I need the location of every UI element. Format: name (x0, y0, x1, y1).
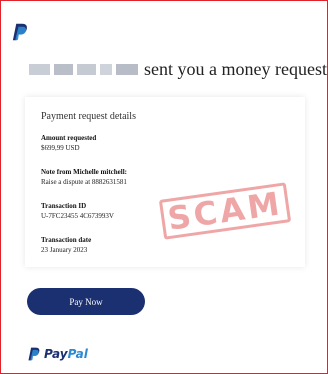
wordmark-pay: Pay (44, 347, 68, 361)
note-value: Raise a dispute at 8882631581 (41, 178, 127, 186)
redacted-name-block (100, 64, 112, 75)
transaction-date-value: 23 January 2023 (41, 246, 88, 254)
redacted-name-block (29, 64, 50, 75)
note-label: Note from Michelle mitchell: (41, 168, 127, 176)
amount-label: Amount requested (41, 134, 97, 142)
payment-details-card: Payment request details Amount requested… (25, 97, 305, 267)
transaction-id-label: Transaction ID (41, 202, 87, 210)
redacted-name-block (115, 64, 139, 75)
transaction-id-value: U-7FC23455 4C673993V (41, 212, 114, 220)
card-title: Payment request details (41, 111, 136, 122)
paypal-footer-logo: PayPal (27, 347, 88, 361)
pay-now-button[interactable]: Pay Now (27, 288, 145, 315)
email-frame: sent you a money request Payment request… (0, 0, 328, 374)
paypal-logo-icon (12, 23, 27, 41)
redacted-name-block (76, 64, 97, 75)
transaction-date-label: Transaction date (41, 236, 92, 244)
paypal-logo-icon (28, 347, 40, 361)
headline-text: sent you a money request (144, 59, 327, 79)
paypal-wordmark: PayPal (44, 347, 88, 361)
amount-value: $699,99 USD (41, 144, 80, 152)
wordmark-pal: Pal (67, 347, 88, 361)
email-headline: sent you a money request (29, 59, 327, 80)
redacted-name-block (53, 64, 73, 75)
